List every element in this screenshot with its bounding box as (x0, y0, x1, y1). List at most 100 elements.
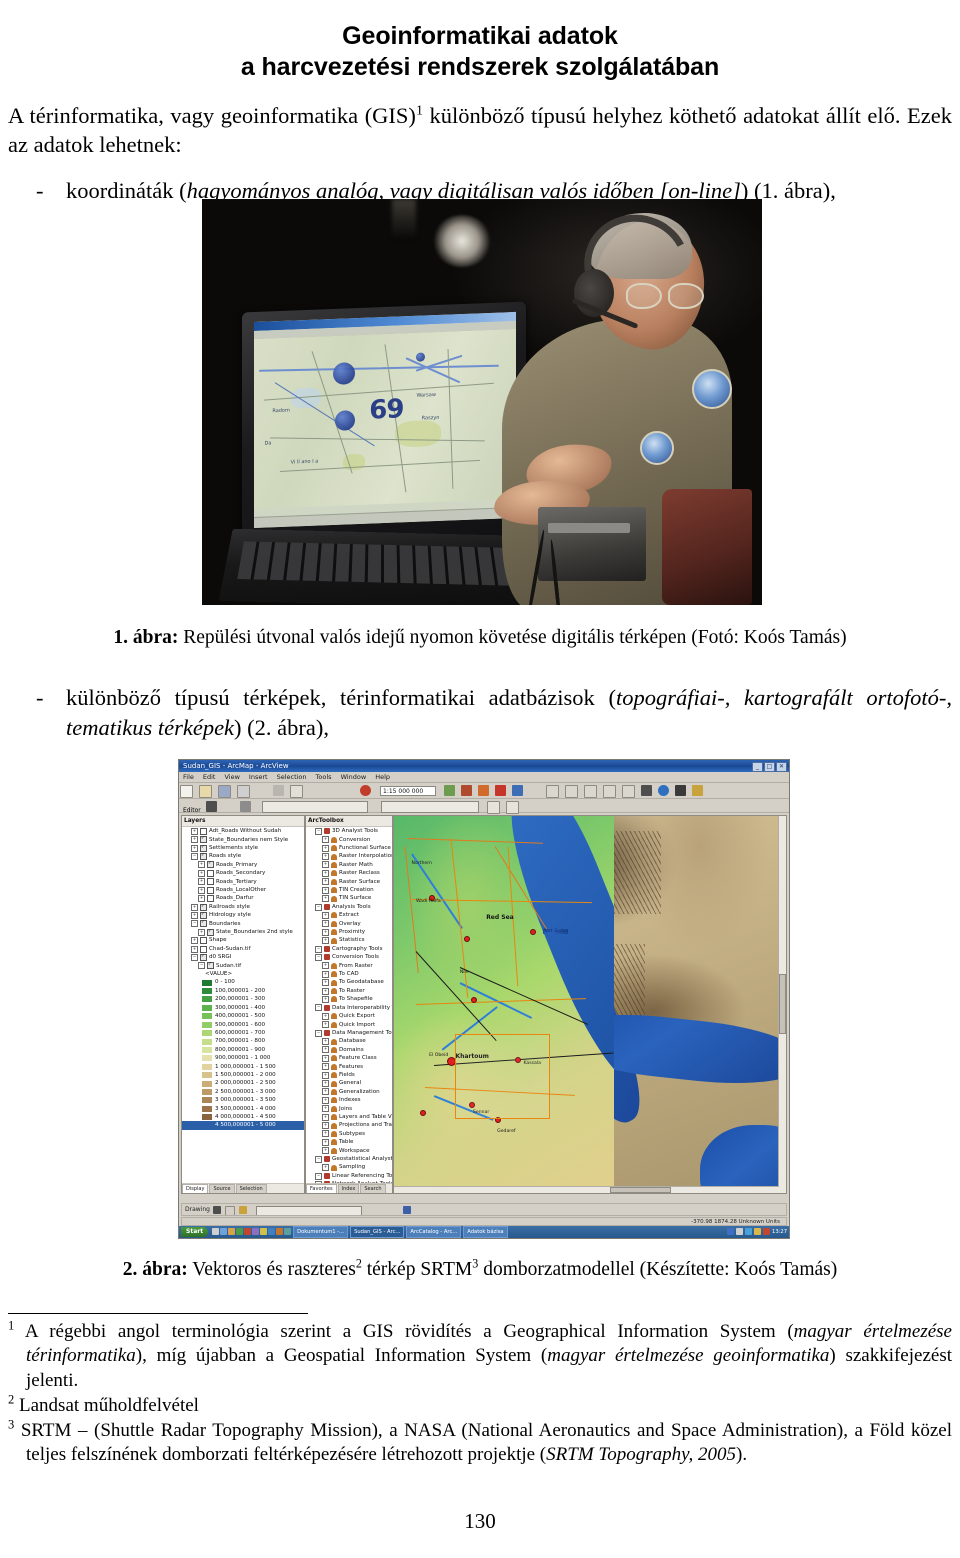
collapse-icon[interactable]: − (191, 853, 198, 861)
expand-icon[interactable]: + (198, 878, 205, 886)
expand-icon[interactable]: + (322, 895, 329, 903)
show-arctoolbox-icon[interactable] (478, 784, 489, 796)
expand-icon[interactable]: + (322, 844, 329, 852)
toolbox-toolset-row[interactable]: + Raster Surface (306, 878, 392, 886)
layer-checkbox[interactable] (200, 853, 207, 861)
toc-layer-row[interactable]: + Settlements style (182, 844, 304, 852)
tray-icon-1[interactable] (727, 1228, 735, 1236)
toc-layer-row[interactable]: + Roads_Darfur (182, 894, 304, 903)
taskbar-item-arccatalog[interactable]: ArcCatalog - Arc... (406, 1225, 462, 1238)
legend-class-row[interactable]: 2 000,000001 - 2 500 (182, 1079, 304, 1087)
tray-icon-2[interactable] (736, 1228, 744, 1236)
media-icon[interactable] (236, 1228, 244, 1236)
toolbox-toolset-row[interactable]: + TIN Surface (306, 894, 392, 903)
expand-icon[interactable]: + (322, 1113, 329, 1121)
maximize-icon[interactable]: □ (764, 761, 775, 772)
toolbox-group-row[interactable]: − Conversion Tools (306, 953, 392, 961)
map-vertical-scrollbar[interactable] (778, 815, 786, 1193)
footnote-ref-1[interactable]: 1 (416, 103, 423, 118)
expand-icon[interactable]: + (322, 1012, 329, 1020)
toolbox-group-row[interactable]: − 3D Analyst Tools (306, 827, 392, 835)
layer-checkbox[interactable] (207, 962, 214, 970)
edit-vertices-icon[interactable] (222, 800, 234, 812)
toolbox-toolset-row[interactable]: + Functional Surface (306, 844, 392, 852)
toolbox-tab-favorites[interactable]: Favorites (306, 1183, 337, 1193)
legend-class-row[interactable]: 1 500,000001 - 2 000 (182, 1071, 304, 1079)
toolbox-toolset-row[interactable]: + Conversion (306, 836, 392, 844)
layer-checkbox[interactable] (207, 928, 214, 936)
mail-icon[interactable] (244, 1228, 252, 1236)
paste-icon[interactable] (309, 784, 320, 796)
zoom-in-icon[interactable] (546, 784, 559, 798)
expand-icon[interactable]: + (322, 1071, 329, 1079)
expand-icon[interactable]: + (322, 911, 329, 919)
expand-icon[interactable]: + (322, 1080, 329, 1088)
toolbox-toolset-row[interactable]: + Projections and Transformations (306, 1121, 392, 1130)
hyperlink-icon[interactable] (709, 784, 720, 796)
toolbox-toolset-row[interactable]: + Quick Export (306, 1012, 392, 1020)
toolbox-toolset-row[interactable]: + From Raster (306, 962, 392, 970)
expand-icon[interactable]: + (191, 911, 198, 919)
expand-icon[interactable]: + (322, 853, 329, 861)
tray-icon-5[interactable] (763, 1228, 771, 1236)
toolbox-toolset-row[interactable]: + To Raster (306, 987, 392, 995)
expand-icon[interactable]: + (191, 945, 198, 953)
tray-icon-3[interactable] (745, 1228, 753, 1236)
expand-icon[interactable]: + (322, 1130, 329, 1138)
toolbox-toolset-row[interactable]: + Workspace (306, 1147, 392, 1155)
toolbox-group-row[interactable]: − Geostatistical Analyst Tools (306, 1155, 392, 1163)
edit-tool-icon[interactable] (205, 800, 217, 812)
layer-checkbox[interactable] (207, 861, 214, 869)
toolbox-group-row[interactable]: − Cartography Tools (306, 945, 392, 953)
layer-checkbox[interactable] (200, 945, 207, 953)
expand-icon[interactable]: + (322, 1046, 329, 1054)
toolbox-group-row[interactable]: − Data Interoperability Tools (306, 1004, 392, 1012)
arctoolbox-tabs[interactable]: Favorites Index Search (306, 1182, 392, 1193)
expand-icon[interactable]: + (322, 1138, 329, 1146)
bold-icon[interactable] (367, 1205, 376, 1214)
legend-class-row[interactable]: 800,000001 - 900 (182, 1046, 304, 1054)
expand-icon[interactable]: + (191, 836, 198, 844)
toc-layer-row[interactable]: − Roads style (182, 852, 304, 861)
collapse-icon[interactable]: − (191, 920, 198, 928)
menu-file[interactable]: File (183, 772, 194, 782)
app-icon-3[interactable] (268, 1228, 276, 1236)
toc-layer-row[interactable]: + Hidrology style (182, 911, 304, 919)
toolbox-toolset-row[interactable]: + Statistics (306, 936, 392, 945)
map-vscroll-thumb[interactable] (779, 974, 786, 1035)
taskbar-item-word[interactable]: Dokumentum1 -... (293, 1225, 349, 1238)
legend-class-row[interactable]: 1 000,000001 - 1 500 (182, 1063, 304, 1071)
cut-icon[interactable] (273, 784, 284, 796)
collapse-icon[interactable]: − (315, 1004, 322, 1012)
taskbar-item-arcmap[interactable]: Sudan_GIS - Arc... (350, 1225, 405, 1238)
toc-tree[interactable]: + Adt_Roads Without Sudah + State_Boundari… (182, 827, 304, 978)
expand-icon[interactable]: + (322, 1105, 329, 1113)
map-hscroll-thumb[interactable] (609, 1186, 672, 1193)
layer-checkbox[interactable] (207, 895, 214, 903)
legend-class-row[interactable]: 100,000001 - 200 (182, 987, 304, 995)
arcmap-editor-toolbar[interactable]: Editor (179, 798, 789, 814)
undo-icon[interactable] (326, 784, 337, 796)
close-icon[interactable]: ✕ (776, 761, 787, 772)
underline-icon[interactable] (391, 1205, 400, 1214)
expand-icon[interactable]: + (322, 937, 329, 945)
expand-icon[interactable]: + (198, 928, 205, 936)
expand-icon[interactable]: + (322, 920, 329, 928)
expand-icon[interactable]: + (198, 869, 205, 877)
expand-icon[interactable]: + (322, 1164, 329, 1172)
toc-layer-row[interactable]: + Chad-Sudan.tif (182, 945, 304, 953)
toolbox-group-row[interactable]: − Linear Referencing Tools (306, 1172, 392, 1180)
print-icon[interactable] (237, 784, 250, 798)
full-extent-icon[interactable] (603, 784, 616, 798)
toolbox-toolset-row[interactable]: + Extract (306, 911, 392, 919)
minimize-icon[interactable]: _ (752, 761, 763, 772)
editor-toolbar-icon[interactable] (444, 784, 455, 796)
app-icon-5[interactable] (284, 1228, 292, 1236)
toolbox-tab-index[interactable]: Index (337, 1183, 360, 1193)
legend-class-row[interactable]: 400,000001 - 500 (182, 1012, 304, 1020)
app-icon-4[interactable] (276, 1228, 284, 1236)
model-builder-icon[interactable] (495, 784, 506, 796)
arcmap-drawing-toolbar[interactable]: Drawing (181, 1202, 787, 1216)
toc-layer-row[interactable]: + Railroads style (182, 903, 304, 911)
measure-icon[interactable] (692, 784, 703, 796)
